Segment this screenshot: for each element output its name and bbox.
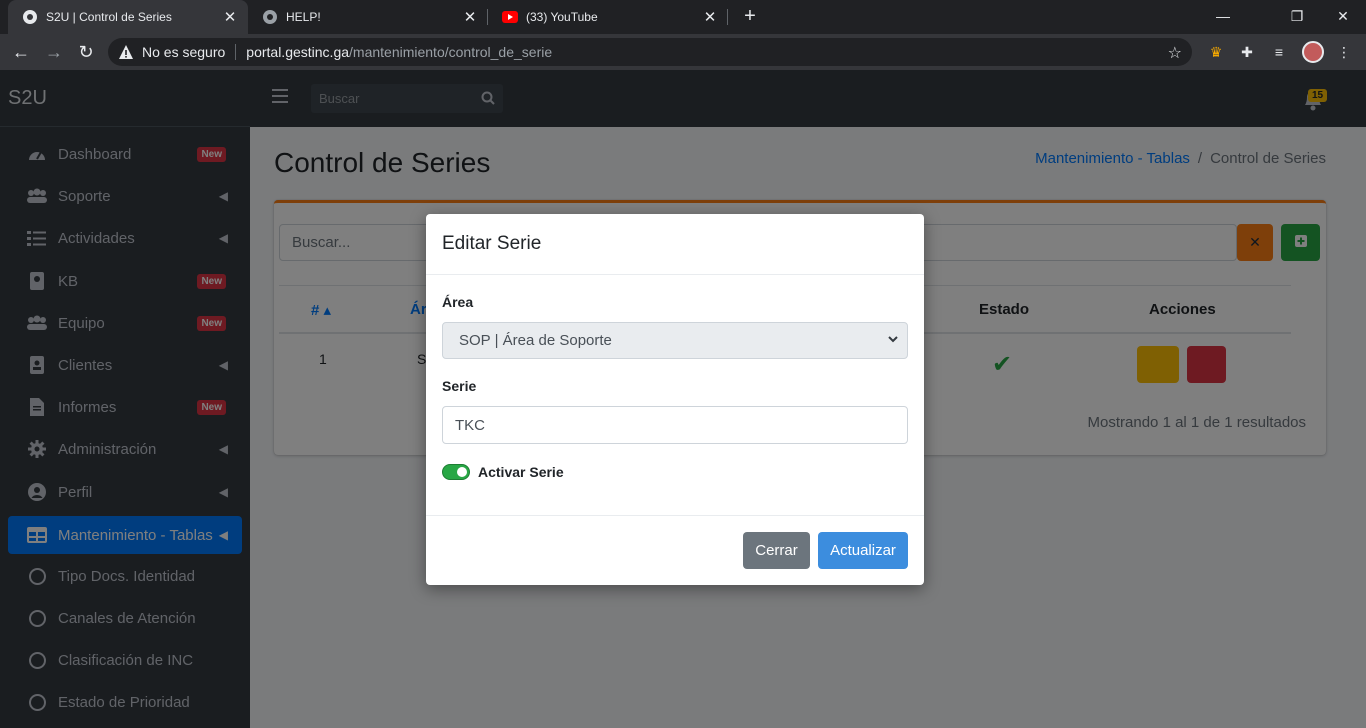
area-select[interactable]: SOP | Área de Soporte <box>442 322 908 359</box>
area-label: Área <box>442 294 474 310</box>
tab-help[interactable]: HELP! ✕ <box>248 0 488 34</box>
crown-icon[interactable]: ♛ <box>1206 42 1226 62</box>
browser-toolbar: ← → ↻ No es seguro portal.gestinc.ga/man… <box>0 34 1366 70</box>
browser-tab-bar: S2U | Control de Series ✕ HELP! ✕ (33) Y… <box>0 0 1366 34</box>
close-icon[interactable]: ✕ <box>702 8 718 26</box>
globe-icon <box>262 9 278 25</box>
close-icon[interactable]: ✕ <box>462 8 478 26</box>
modal-body: Área SOP | Área de Soporte Serie TKC Act… <box>426 275 924 516</box>
modal-title: Editar Serie <box>426 214 924 275</box>
activar-serie-label[interactable]: Activar Serie <box>478 464 564 480</box>
tab-s2u[interactable]: S2U | Control de Series ✕ <box>8 0 248 34</box>
close-button[interactable]: Cerrar <box>743 532 810 569</box>
url-path: /mantenimiento/control_de_serie <box>349 44 553 60</box>
kebab-menu-icon[interactable]: ⋮ <box>1334 42 1354 62</box>
serie-label: Serie <box>442 378 477 394</box>
address-bar[interactable]: No es seguro portal.gestinc.ga/mantenimi… <box>108 38 1192 66</box>
tab-separator <box>727 9 728 25</box>
puzzle-icon[interactable]: ✚ <box>1237 42 1257 62</box>
back-icon[interactable]: ← <box>9 40 33 64</box>
avatar[interactable] <box>1302 41 1324 63</box>
bookmark-star-icon[interactable]: ☆ <box>1168 43 1182 63</box>
tab-title: S2U | Control de Series <box>46 10 172 24</box>
forward-icon[interactable]: → <box>42 40 66 64</box>
url-host: portal.gestinc.ga <box>246 44 350 60</box>
security-label: No es seguro <box>142 44 226 60</box>
serie-input[interactable]: TKC <box>442 406 908 444</box>
media-queue-icon[interactable]: ≡ <box>1269 42 1289 62</box>
activar-serie-toggle[interactable] <box>442 464 470 480</box>
address-separator <box>235 44 237 60</box>
close-icon[interactable]: ✕ <box>222 8 238 26</box>
tab-youtube[interactable]: (33) YouTube ✕ <box>488 0 728 34</box>
update-button[interactable]: Actualizar <box>818 532 908 569</box>
minimize-icon[interactable]: — <box>1200 4 1246 28</box>
chevron-down-icon <box>887 332 899 349</box>
tab-title: (33) YouTube <box>526 10 598 24</box>
window-close-icon[interactable]: ✕ <box>1320 4 1366 28</box>
modal-footer: Cerrar Actualizar <box>426 515 924 585</box>
globe-icon <box>22 9 38 25</box>
youtube-icon <box>502 9 518 25</box>
tab-title: HELP! <box>286 10 321 24</box>
reload-icon[interactable]: ↻ <box>74 40 98 64</box>
warning-icon <box>118 44 134 60</box>
edit-serie-modal: Editar Serie Área SOP | Área de Soporte … <box>426 214 924 585</box>
new-tab-icon[interactable]: + <box>738 5 762 29</box>
restore-icon[interactable]: ❐ <box>1274 4 1320 28</box>
area-select-value: SOP | Área de Soporte <box>459 332 612 349</box>
